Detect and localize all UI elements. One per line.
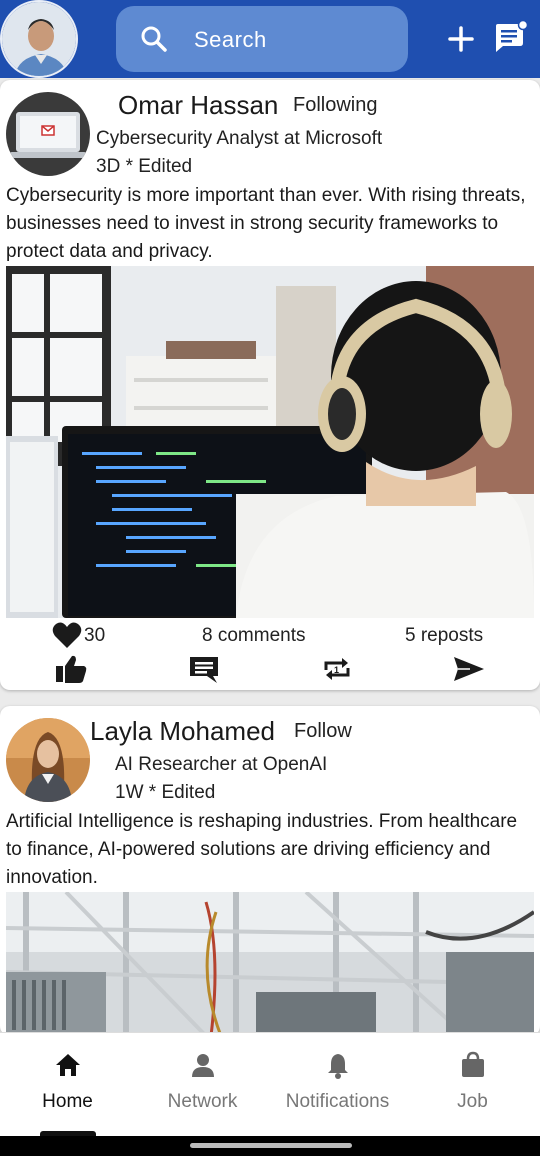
nav-item-notifications[interactable]: Notifications [270,1033,405,1137]
system-navigation-bar [0,1136,540,1156]
author-name[interactable]: Omar Hassan [118,90,278,121]
author-title: AI Researcher at OpenAI [115,754,328,775]
author-title: Cybersecurity Analyst at Microsoft [96,128,383,149]
send-icon[interactable] [452,654,486,684]
home-gesture-handle[interactable] [190,1143,352,1148]
plus-icon[interactable] [446,24,476,54]
person-icon [192,1054,214,1077]
bag-icon [462,1051,484,1077]
likes-count: 30 [84,625,106,646]
nav-label-notifications: Notifications [285,1091,390,1112]
comments-count[interactable]: 8 comments [202,625,305,647]
post-card: Omar Hassan Following Cybersecurity Anal… [0,80,540,690]
post-time: 1W * Edited [115,782,216,803]
author-avatar[interactable] [6,92,90,176]
nav-item-network[interactable]: Network [135,1033,270,1137]
heart-icon[interactable] [52,621,82,649]
post-text: Cybersecurity is more important than eve… [6,185,526,262]
follow-button[interactable]: Follow [294,720,352,743]
nav-item-home[interactable]: Home [0,1033,135,1137]
author-avatar[interactable] [6,718,90,802]
post-card: Layla Mohamed Follow AI Researcher at Op… [0,706,540,1036]
home-icon [56,1054,80,1076]
post-text: Artificial Intelligence is reshaping ind… [6,811,518,888]
post-image[interactable] [6,266,534,618]
bottom-navigation: Home Network Notifications Job [0,1032,540,1137]
comment-icon[interactable] [187,654,221,684]
nav-label-network: Network [167,1091,238,1112]
nav-label-job: Job [457,1091,488,1112]
repost-icon[interactable]: 1 [320,654,354,684]
top-app-bar: Search [0,0,540,78]
author-name[interactable]: Layla Mohamed [90,716,275,747]
like-icon[interactable] [54,654,88,684]
post-time: 3D * Edited [96,156,193,177]
svg-text:1: 1 [334,665,339,675]
follow-button[interactable]: Following [293,94,377,117]
search-placeholder: Search [194,27,267,52]
avatar[interactable] [0,0,78,78]
message-icon[interactable] [493,20,527,54]
search-bar[interactable]: Search [116,6,408,72]
post-image[interactable] [6,892,534,1036]
search-icon [141,26,167,52]
nav-label-home: Home [42,1091,93,1112]
reposts-count[interactable]: 5 reposts [405,625,483,647]
nav-item-job[interactable]: Job [405,1033,540,1137]
bell-icon [328,1054,348,1079]
